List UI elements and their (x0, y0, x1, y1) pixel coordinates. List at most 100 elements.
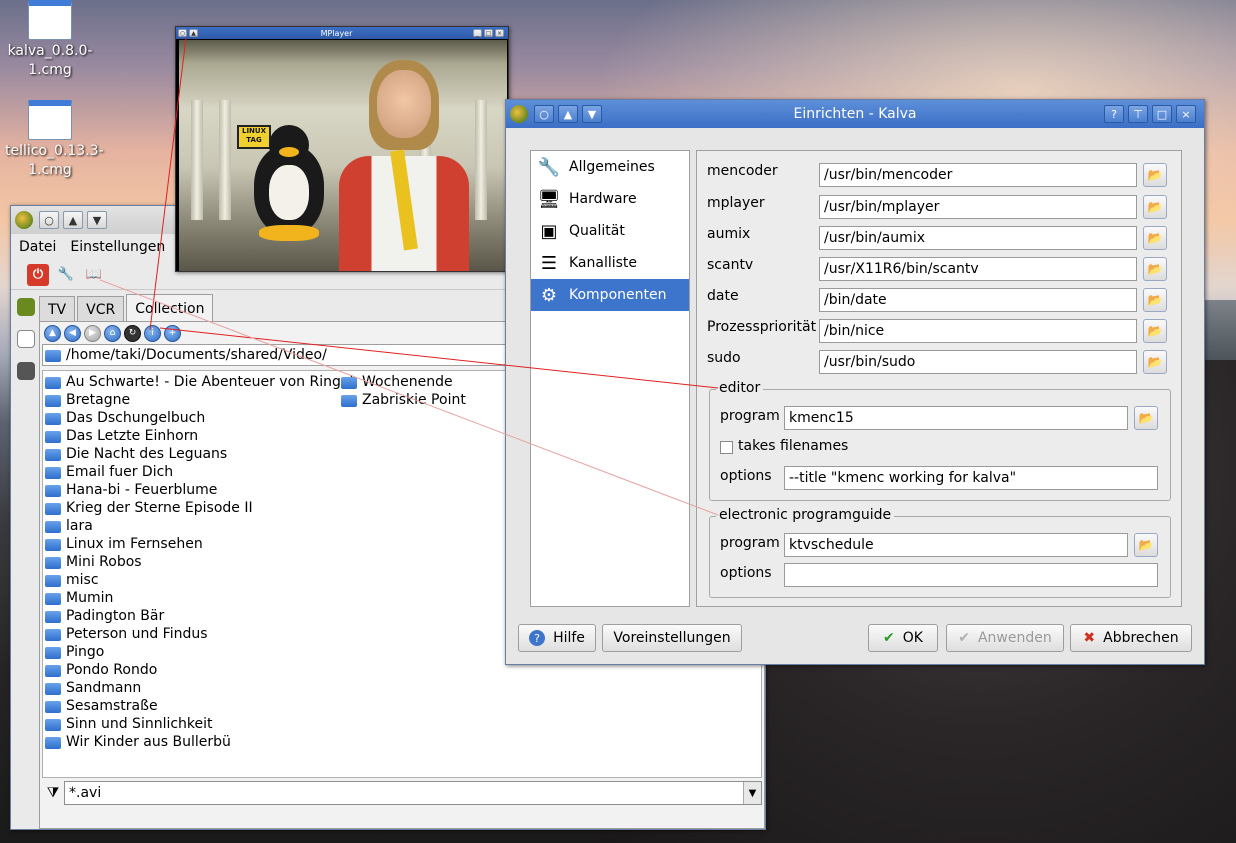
editor-program-field[interactable]: kmenc15 (784, 406, 1128, 430)
folder-list-item[interactable]: misc (45, 571, 358, 589)
folder-list-item[interactable]: Sandmann (45, 679, 358, 697)
folder-browse-icon[interactable]: 📂 (1143, 350, 1167, 374)
editor-options-field[interactable]: --title "kmenc working for kalva" (784, 466, 1158, 490)
folder-browse-icon[interactable]: 📂 (1143, 319, 1167, 343)
folder-list-item[interactable]: Padington Bär (45, 607, 358, 625)
page-side-icon[interactable] (17, 330, 35, 348)
tux-head (269, 125, 309, 165)
video-titlebar[interactable]: ○ ▲ MPlayer _ □ × (176, 27, 508, 39)
mencoder-path-field[interactable]: /usr/bin/mencoder (819, 163, 1137, 187)
folder-list-item[interactable]: Die Nacht des Leguans (45, 445, 358, 463)
folder-browse-icon[interactable]: 📂 (1143, 288, 1167, 312)
filter-combobox[interactable]: *.avi ▼ (64, 781, 762, 805)
folder-list-item[interactable]: Zabriskie Point (341, 391, 466, 409)
folder-list-item[interactable]: Peterson und Findus (45, 625, 358, 643)
tab-vcr[interactable]: VCR (77, 296, 125, 322)
folder-browse-icon[interactable]: 📂 (1143, 163, 1167, 187)
folder-browse-icon[interactable]: 📂 (1134, 406, 1158, 430)
aumix-path-field[interactable]: /usr/bin/aumix (819, 226, 1137, 250)
date-path-field[interactable]: /bin/date (819, 288, 1137, 312)
video-close-button[interactable]: × (495, 29, 504, 37)
scantv-path-field[interactable]: /usr/X11R6/bin/scantv (819, 257, 1137, 281)
book-icon[interactable]: 📖 (83, 264, 105, 286)
folder-list-item[interactable]: Sesamstraße (45, 697, 358, 715)
maximize-button[interactable]: □ (1152, 105, 1172, 123)
tab-tv[interactable]: TV (39, 296, 76, 322)
shade-up-button[interactable]: ▲ (63, 211, 83, 229)
folder-list-item[interactable]: Email fuer Dich (45, 463, 358, 481)
tab-collection[interactable]: Collection (126, 294, 214, 322)
folder-list-item[interactable]: Wochenende (341, 373, 466, 391)
folder-browse-icon[interactable]: 📂 (1143, 226, 1167, 250)
help-button-titlebar[interactable]: ? (1104, 105, 1124, 123)
sudo-path-field[interactable]: /usr/bin/sudo (819, 350, 1137, 374)
menu-einstellungen[interactable]: Einstellungen (70, 239, 165, 255)
folder-icon (341, 377, 357, 389)
shade-down-button[interactable]: ▼ (582, 105, 602, 123)
nice-path-field[interactable]: /bin/nice (819, 319, 1137, 343)
shade-down-button[interactable]: ▼ (87, 211, 107, 229)
apply-button[interactable]: ✔ Anwenden (946, 624, 1064, 652)
folder-icon (45, 350, 61, 362)
home-icon[interactable]: ⌂ (104, 324, 121, 342)
sticky-button[interactable]: ○ (39, 211, 59, 229)
chevron-down-icon[interactable]: ▼ (743, 782, 761, 804)
editor-program-row: program kmenc15 📂 (720, 406, 1160, 430)
keep-above-button[interactable]: ⊤ (1128, 105, 1148, 123)
folder-list-item[interactable]: Krieg der Sterne Episode II (45, 499, 358, 517)
video-maximize-button[interactable]: □ (484, 29, 493, 37)
kalva-app-icon[interactable] (510, 105, 528, 123)
folder-list-item[interactable]: Sinn und Sinnlichkeit (45, 715, 358, 733)
shade-up-button[interactable]: ▲ (558, 105, 578, 123)
folder-list-item[interactable]: Das Letzte Einhorn (45, 427, 358, 445)
close-button[interactable]: × (1176, 105, 1196, 123)
category-allgemeines[interactable]: 🔧 Allgemeines (531, 151, 689, 183)
category-hardware[interactable]: 🖥 Hardware (531, 183, 689, 215)
cancel-button[interactable]: ✖ Abbrechen (1070, 624, 1192, 652)
folder-browse-icon[interactable]: 📂 (1143, 257, 1167, 281)
desktop-icon-tellico[interactable]: tellico_0.13.3-1.cmg (5, 100, 104, 180)
mplayer-path-field[interactable]: /usr/bin/mplayer (819, 195, 1137, 219)
video-menu-button[interactable]: ○ (178, 29, 187, 37)
category-komponenten[interactable]: ⚙ Komponenten (531, 279, 689, 311)
epg-options-field[interactable] (784, 563, 1158, 587)
forward-icon[interactable]: ▶ (84, 324, 101, 342)
power-icon[interactable]: ⏻ (27, 263, 49, 286)
folder-list-item[interactable]: Wir Kinder aus Bullerbü (45, 733, 358, 751)
info-icon[interactable]: i (144, 324, 161, 342)
category-qualitaet[interactable]: ▣ Qualität (531, 215, 689, 247)
up-icon[interactable]: ▲ (44, 324, 61, 342)
sticky-button[interactable]: ○ (534, 105, 554, 123)
takes-filenames-checkbox[interactable] (720, 441, 733, 454)
folder-list-item[interactable]: Mini Robos (45, 553, 358, 571)
video-shade-button[interactable]: ▲ (189, 29, 198, 37)
folder-list-item[interactable]: Hana-bi - Feuerblume (45, 481, 358, 499)
folder-list-item[interactable]: Au Schwarte! - Die Abenteuer von Ringel, (45, 373, 358, 391)
video-minimize-button[interactable]: _ (473, 29, 482, 37)
help-button[interactable]: ? Hilfe (518, 624, 596, 652)
new-folder-icon[interactable]: + (164, 324, 181, 342)
folder-list-item[interactable]: Pondo Rondo (45, 661, 358, 679)
kalva-app-icon[interactable] (15, 211, 33, 229)
wrench-icon[interactable]: 🔧 (55, 264, 77, 286)
film-side-icon[interactable] (17, 362, 35, 380)
back-icon[interactable]: ◀ (64, 324, 81, 342)
category-kanalliste[interactable]: ☰ Kanalliste (531, 247, 689, 279)
folder-browse-icon[interactable]: 📂 (1134, 533, 1158, 557)
folder-list-item[interactable]: Bretagne (45, 391, 358, 409)
dialog-titlebar[interactable]: ○ ▲ ▼ Einrichten - Kalva ? ⊤ □ × (506, 100, 1204, 128)
desktop-icon-kalva[interactable]: kalva_0.8.0-1.cmg (5, 0, 95, 80)
folder-list-item[interactable]: Das Dschungelbuch (45, 409, 358, 427)
epg-program-field[interactable]: ktvschedule (784, 533, 1128, 557)
tv-side-icon[interactable] (17, 298, 35, 316)
folder-browse-icon[interactable]: 📂 (1143, 195, 1167, 219)
menu-datei[interactable]: Datei (19, 239, 56, 255)
ok-button[interactable]: ✔ OK (868, 624, 938, 652)
folder-list-item[interactable]: Linux im Fernsehen (45, 535, 358, 553)
folder-list-item[interactable]: Mumin (45, 589, 358, 607)
folder-list-item[interactable]: Pingo (45, 643, 358, 661)
reload-icon[interactable]: ↻ (124, 324, 141, 342)
folder-list-item[interactable]: lara (45, 517, 358, 535)
folder-name: Mini Robos (66, 554, 142, 570)
defaults-button[interactable]: Voreinstellungen (602, 624, 742, 652)
